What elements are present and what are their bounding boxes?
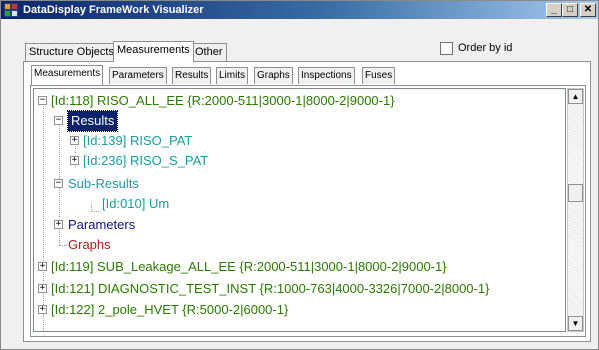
tab-label: Measurements — [117, 44, 190, 56]
collapse-icon[interactable]: − — [38, 96, 47, 105]
tab-label: Structure Objects — [29, 46, 114, 58]
scrollbar-thumb[interactable] — [568, 184, 583, 202]
tab-measurements[interactable]: Measurements — [113, 41, 194, 62]
tree-node-label: Graphs — [68, 237, 111, 252]
tab-inner-fuses[interactable]: Fuses — [362, 67, 396, 84]
tree-connector — [91, 211, 99, 212]
title-bar[interactable]: DataDisplay FrameWork Visualizer _ □ ✕ — [1, 1, 598, 19]
tree-node-label: Sub-Results — [68, 176, 139, 191]
app-window: DataDisplay FrameWork Visualizer _ □ ✕ S… — [0, 0, 599, 350]
scroll-down-arrow-icon[interactable]: ▼ — [568, 316, 583, 331]
expand-icon[interactable]: + — [38, 284, 47, 293]
collapse-icon[interactable]: − — [54, 179, 63, 188]
app-icon — [4, 3, 18, 17]
tab-label: Parameters — [112, 70, 164, 81]
tab-label: Measurements — [34, 68, 101, 79]
tree-node-label: Results — [66, 110, 119, 132]
tab-structure-objects[interactable]: Structure Objects — [25, 43, 118, 61]
expand-icon[interactable]: + — [70, 156, 79, 165]
tab-label: Results — [175, 70, 209, 81]
tree-connector — [43, 103, 44, 331]
tree-node-label: [Id:118] RISO_ALL_EE {R:2000-511|3000-1|… — [51, 93, 395, 108]
expand-icon[interactable]: + — [38, 305, 47, 314]
maximize-button[interactable]: □ — [562, 3, 578, 17]
close-button[interactable]: ✕ — [580, 3, 596, 17]
tab-inner-measurements[interactable]: Measurements — [31, 65, 104, 85]
tree-node-label: Parameters — [68, 217, 136, 232]
tab-label: Fuses — [365, 70, 393, 81]
tab-inner-results[interactable]: Results — [172, 67, 212, 84]
minimize-button[interactable]: _ — [546, 3, 562, 17]
tab-label: Other — [195, 46, 223, 58]
tree-node-label: [Id:119] SUB_Leakage_ALL_EE {R:2000-511|… — [51, 259, 447, 274]
tab-inner-graphs[interactable]: Graphs — [254, 67, 293, 84]
tree-node-label: [Id:122] 2_pole_HVET {R:5000-2|6000-1} — [51, 302, 289, 317]
order-by-id-checkbox[interactable] — [440, 41, 453, 55]
tab-other[interactable]: Other — [191, 43, 227, 61]
order-by-id-toggle[interactable]: Order by id — [440, 41, 512, 55]
window-title: DataDisplay FrameWork Visualizer — [23, 4, 204, 16]
tab-inner-limits[interactable]: Limits — [216, 67, 249, 84]
tree-node-label: [Id:010] Um — [102, 196, 170, 211]
tab-inner-inspections[interactable]: Inspections — [298, 67, 355, 84]
tree-scrollbar[interactable]: ▲ ▼ — [567, 88, 584, 332]
expand-icon[interactable]: + — [70, 136, 79, 145]
scroll-up-arrow-icon[interactable]: ▲ — [568, 89, 583, 104]
expand-icon[interactable]: + — [38, 262, 47, 271]
collapse-icon[interactable]: − — [54, 116, 63, 125]
tree-connector — [59, 245, 67, 246]
measurement-tree[interactable]: − [Id:118] RISO_ALL_EE {R:2000-511|3000-… — [33, 88, 566, 332]
tab-label: Limits — [219, 70, 246, 81]
tree-node-label: [Id:236] RISO_S_PAT — [83, 153, 209, 168]
tree-node-label: [Id:139] RISO_PAT — [83, 133, 193, 148]
tab-label: Inspections — [301, 70, 352, 81]
expand-icon[interactable]: + — [54, 220, 63, 229]
order-by-id-label: Order by id — [458, 42, 513, 54]
tree-node-label: [Id:121] DIAGNOSTIC_TEST_INST {R:1000-76… — [51, 281, 490, 296]
tab-label: Graphs — [257, 70, 290, 81]
tab-inner-parameters[interactable]: Parameters — [109, 67, 167, 84]
